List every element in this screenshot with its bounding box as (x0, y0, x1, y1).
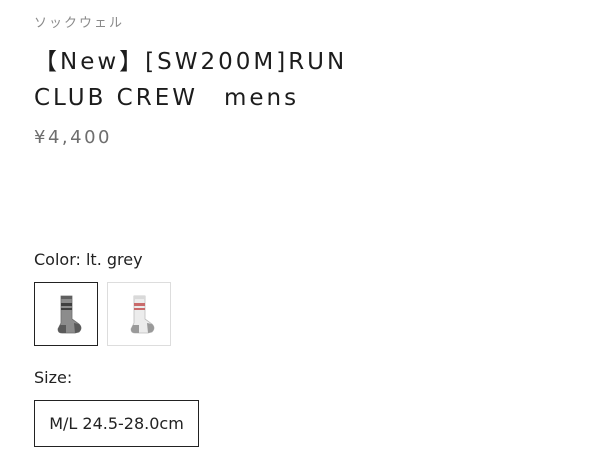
vendor-label: ソックウェル (34, 16, 125, 31)
product-title: 【New】[SW200M]RUN CLUB CREW mens (34, 44, 574, 116)
size-option-m-l[interactable]: M/L 24.5-28.0cm (34, 400, 199, 447)
color-label: Color: lt. grey (34, 250, 143, 269)
product-price: ¥4,400 (34, 127, 112, 148)
sock-white-icon (130, 295, 155, 334)
color-swatch-lt-grey[interactable] (34, 282, 98, 346)
product-title-line-1: 【New】[SW200M]RUN (34, 49, 348, 75)
sock-grey-icon (57, 295, 82, 334)
product-title-line-2: CLUB CREW mens (34, 85, 300, 111)
color-swatch-list (34, 282, 171, 346)
color-swatch-white[interactable] (107, 282, 171, 346)
size-label: Size: (34, 368, 73, 387)
